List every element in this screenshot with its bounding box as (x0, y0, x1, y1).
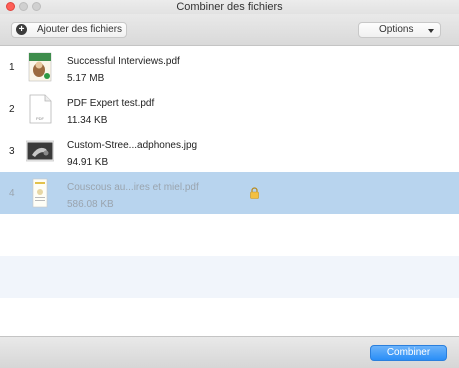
file-size: 11.34 KB (67, 115, 108, 126)
combine-files-window: Combiner des fichiers + Ajouter des fich… (0, 0, 459, 368)
file-name: PDF Expert test.pdf (67, 98, 155, 109)
options-label: Options (379, 24, 414, 35)
file-row[interactable]: 2 PDF PDF Expert test.pdf 11.34 KB (0, 88, 459, 130)
file-name: Custom-Stree...adphones.jpg (67, 140, 198, 151)
add-files-label: Ajouter des fichiers (37, 24, 123, 35)
add-files-button[interactable]: + Ajouter des fichiers (11, 22, 127, 38)
file-size: 94.91 KB (67, 157, 109, 168)
file-name: Successful Interviews.pdf (67, 56, 180, 67)
options-dropdown[interactable]: Options (358, 22, 441, 38)
lock-icon (250, 187, 259, 199)
file-name: Couscous au...ires et miel.pdf (67, 182, 199, 193)
file-size: 5.17 MB (67, 73, 105, 84)
file-index: 2 (9, 104, 15, 115)
pdf-recipe-icon (32, 178, 48, 208)
svg-text:PDF: PDF (36, 116, 45, 121)
title-bar: Combiner des fichiers (0, 0, 459, 14)
pdf-cover-icon (28, 52, 52, 82)
file-row[interactable]: 3 Custom-Stree...adphones.jpg 94.91 KB (0, 130, 459, 172)
combine-button[interactable]: Combiner (370, 345, 447, 361)
image-thumbnail-icon (26, 140, 54, 162)
pdf-document-icon: PDF (29, 94, 52, 124)
file-index: 1 (9, 62, 15, 73)
file-size: 586.08 KB (67, 199, 114, 210)
file-row[interactable]: 1 Successful Interviews.pdf 5.17 MB (0, 46, 459, 88)
toolbar: + Ajouter des fichiers Options (0, 14, 459, 46)
empty-row-stripe (0, 256, 459, 298)
chevron-down-icon (428, 29, 434, 33)
file-index: 4 (9, 188, 15, 199)
file-row-selected[interactable]: 4 Couscous au...ires et miel.pdf 586.08 … (0, 172, 459, 214)
file-index: 3 (9, 146, 15, 157)
window-title: Combiner des fichiers (176, 1, 283, 13)
file-list: 1 Successful Interviews.pdf 5.17 MB 2 PD… (0, 46, 459, 336)
bottom-bar: Combiner (0, 336, 459, 368)
plus-icon: + (16, 24, 27, 35)
